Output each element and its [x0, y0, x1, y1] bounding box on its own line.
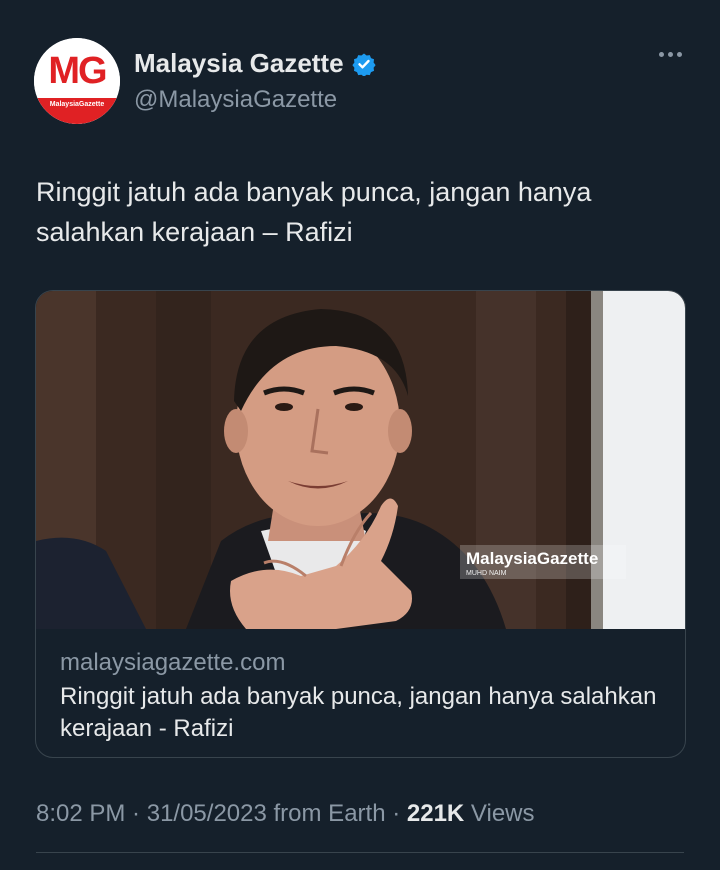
meta-separator: · [125, 800, 147, 827]
divider [36, 852, 684, 853]
tweet-date[interactable]: 31/05/2023 [147, 800, 267, 827]
more-options-icon[interactable] [659, 52, 682, 57]
card-image[interactable]: MalaysiaGazette MUHD NAIM [36, 291, 685, 629]
tweet: MG MalaysiaGazette Malaysia Gazette @Mal… [0, 0, 720, 870]
tweet-meta: 8:02 PM · 31/05/2023 from Earth · 221K V… [36, 800, 535, 828]
name-row: Malaysia Gazette [134, 48, 376, 79]
display-name[interactable]: Malaysia Gazette [134, 48, 344, 79]
more-dot [659, 52, 664, 57]
image-watermark: MalaysiaGazette [466, 549, 599, 568]
tweet-text: Ringgit jatuh ada banyak punca, jangan h… [36, 177, 592, 247]
avatar-initials: MG [48, 50, 107, 92]
more-dot [677, 52, 682, 57]
card-domain[interactable]: malaysiagazette.com [60, 649, 285, 677]
views-count[interactable]: 221K [407, 800, 464, 827]
card-title[interactable]: Ringgit jatuh ada banyak punca, jangan h… [60, 681, 660, 745]
link-card[interactable]: MalaysiaGazette MUHD NAIM malaysiagazett… [35, 290, 686, 758]
tweet-source: from Earth [266, 800, 386, 827]
handle[interactable]: @MalaysiaGazette [134, 86, 337, 114]
meta-separator: · [385, 800, 407, 827]
tweet-time[interactable]: 8:02 PM [36, 800, 125, 827]
verified-badge-icon [351, 53, 376, 76]
avatar[interactable]: MG MalaysiaGazette [34, 38, 120, 124]
image-credit: MUHD NAIM [466, 570, 507, 577]
views-label: Views [464, 800, 535, 827]
avatar-subtext: MalaysiaGazette [49, 101, 105, 108]
more-dot [668, 52, 673, 57]
